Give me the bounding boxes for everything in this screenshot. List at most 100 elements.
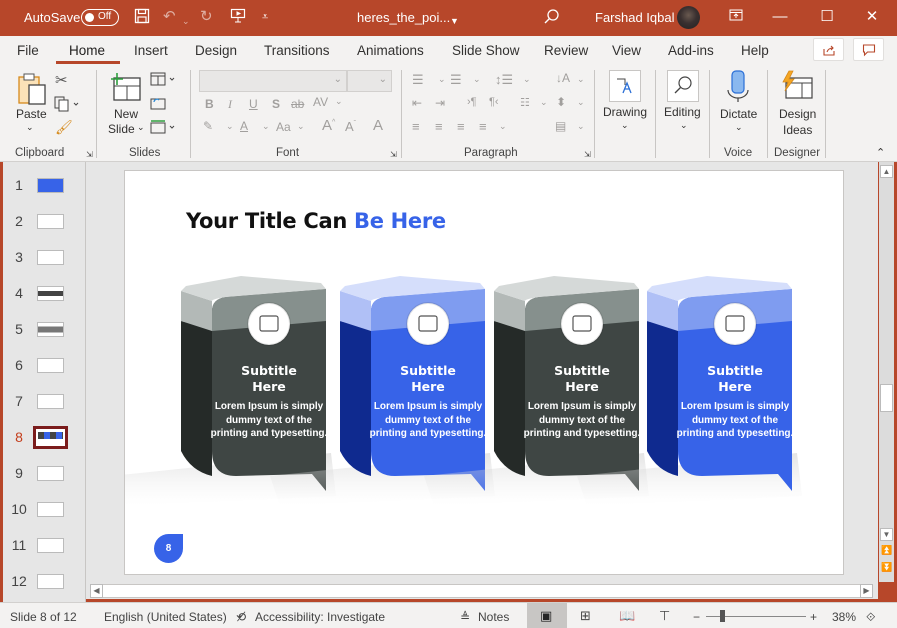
undo-icon[interactable]: ↶: [163, 8, 176, 26]
zoom-in-button[interactable]: +: [810, 610, 817, 624]
underline-button[interactable]: U: [249, 97, 258, 111]
font-color-icon[interactable]: A: [240, 119, 248, 133]
paragraph-launcher-icon[interactable]: ⇲: [584, 150, 591, 159]
rtl-icon[interactable]: ¶‹: [489, 96, 499, 108]
reading-view-icon[interactable]: 📖: [619, 608, 635, 624]
thumbnail-item[interactable]: 4: [3, 282, 86, 312]
share-button[interactable]: [813, 38, 844, 61]
slide-thumbnail[interactable]: [37, 322, 64, 337]
slide-thumbnail[interactable]: [37, 178, 64, 193]
reset-slide-icon[interactable]: [150, 96, 166, 113]
tab-review[interactable]: Review: [544, 43, 588, 58]
tab-view[interactable]: View: [612, 43, 641, 58]
card-text-block[interactable]: Subtitle Here Lorem Ipsum is simply dummy …: [522, 363, 642, 441]
format-painter-icon[interactable]: 🖌: [55, 119, 73, 136]
ribbon-display-icon[interactable]: [721, 6, 751, 28]
numbering-icon[interactable]: ☰: [450, 72, 462, 88]
thumbnail-item[interactable]: 2: [3, 210, 86, 240]
layout-icon[interactable]: [150, 72, 178, 89]
font-launcher-icon[interactable]: ⇲: [390, 150, 397, 159]
zoom-out-button[interactable]: −: [693, 610, 700, 624]
search-icon[interactable]: [543, 8, 560, 30]
comments-button[interactable]: [853, 38, 884, 61]
ltr-icon[interactable]: ›¶: [467, 96, 477, 108]
scroll-down-button[interactable]: ▼: [880, 528, 893, 541]
card-text-block[interactable]: Subtitle Here Lorem Ipsum is simply dummy …: [368, 363, 488, 441]
align-center-icon[interactable]: ≡: [435, 119, 443, 134]
scroll-thumb[interactable]: [880, 384, 893, 412]
zoom-level[interactable]: 38%: [832, 610, 856, 624]
tab-slide-show[interactable]: Slide Show: [452, 43, 520, 58]
decrease-indent-icon[interactable]: ⇤: [412, 96, 422, 110]
thumbnail-item[interactable]: 8: [3, 426, 86, 456]
change-case-button[interactable]: Aa: [276, 120, 291, 134]
columns-icon[interactable]: ☷: [520, 96, 530, 109]
card-text-block[interactable]: Subtitle Here Lorem Ipsum is simply dummy …: [209, 363, 329, 441]
section-icon[interactable]: [150, 120, 178, 137]
scroll-left-button[interactable]: ◀: [90, 584, 103, 598]
slide-thumbnail[interactable]: [37, 502, 64, 517]
redo-icon[interactable]: ↻: [200, 8, 213, 26]
slide-canvas[interactable]: Your Title Can Be Here Subtitle Here Lorem…: [124, 170, 844, 575]
slide-thumbnail[interactable]: [37, 286, 64, 301]
thumbnail-item[interactable]: 6: [3, 354, 86, 384]
italic-button[interactable]: I: [228, 97, 232, 112]
title-dropdown-icon[interactable]: ▼: [450, 12, 459, 30]
tab-home[interactable]: Home: [69, 43, 105, 58]
slide-thumbnail[interactable]: [37, 574, 64, 589]
thumbnail-item[interactable]: 3: [3, 246, 86, 276]
notes-icon[interactable]: ≜: [460, 610, 470, 624]
minimize-icon[interactable]: —: [765, 6, 795, 28]
collapse-ribbon-icon[interactable]: ⌃: [876, 146, 885, 159]
card-text-block[interactable]: Subtitle Here Lorem Ipsum is simply dummy …: [675, 363, 795, 441]
language-status[interactable]: English (United States): [104, 610, 227, 624]
slideshow-icon[interactable]: ⊤: [659, 608, 670, 624]
thumbnail-item[interactable]: 11: [3, 534, 86, 564]
align-left-icon[interactable]: ≡: [412, 119, 420, 134]
increase-indent-icon[interactable]: ⇥: [435, 96, 445, 110]
avatar[interactable]: [677, 6, 700, 29]
close-icon[interactable]: ✕: [857, 6, 887, 28]
tab-design[interactable]: Design: [195, 43, 237, 58]
thumbnail-item[interactable]: 1: [3, 174, 86, 204]
text-direction-icon[interactable]: ↓A: [556, 71, 570, 85]
highlight-icon[interactable]: ✎: [203, 119, 213, 133]
cut-icon[interactable]: ✂: [55, 71, 68, 89]
autosave-toggle[interactable]: Off: [81, 9, 119, 26]
bold-button[interactable]: B: [205, 97, 214, 111]
slide-thumbnail[interactable]: [37, 358, 64, 373]
thumbnail-item[interactable]: 5: [3, 318, 86, 348]
smartart-icon[interactable]: ▤: [555, 119, 566, 133]
notes-button[interactable]: Notes: [478, 610, 509, 624]
zoom-slider-thumb[interactable]: [720, 610, 725, 622]
fit-to-window-icon[interactable]: ⟐: [866, 610, 875, 625]
character-spacing-button[interactable]: AV: [313, 95, 328, 109]
accessibility-icon[interactable]: ⟲̸: [236, 610, 246, 624]
tab-help[interactable]: Help: [741, 43, 769, 58]
align-right-icon[interactable]: ≡: [457, 119, 465, 134]
line-spacing-icon[interactable]: ↕☰: [495, 72, 513, 88]
slide-thumbnail[interactable]: [37, 214, 64, 229]
grow-font-icon[interactable]: A^: [322, 117, 335, 134]
clear-formatting-icon[interactable]: A: [373, 117, 383, 134]
thumbnail-item[interactable]: 12: [3, 570, 86, 600]
scroll-up-button[interactable]: ▲: [880, 165, 893, 178]
text-shadow-button[interactable]: S: [272, 97, 280, 111]
tab-insert[interactable]: Insert: [134, 43, 168, 58]
clipboard-launcher-icon[interactable]: ⇲: [86, 150, 93, 159]
vertical-scrollbar[interactable]: ▲ ▼ ⏫ ⏬: [879, 162, 894, 582]
undo-dropdown-icon[interactable]: ⌄: [182, 12, 190, 30]
tab-file[interactable]: File: [17, 43, 39, 58]
thumbnail-item[interactable]: 10: [3, 498, 86, 528]
bullets-icon[interactable]: ☰: [412, 72, 424, 88]
thumbnail-item[interactable]: 7: [3, 390, 86, 420]
tab-add-ins[interactable]: Add-ins: [668, 43, 714, 58]
slide-thumbnail[interactable]: [37, 394, 64, 409]
customize-qat-icon[interactable]: ⩡: [262, 8, 268, 26]
maximize-icon[interactable]: ☐: [812, 6, 842, 28]
scroll-right-button[interactable]: ▶: [860, 584, 873, 598]
normal-view-button[interactable]: ▣: [527, 603, 567, 628]
save-icon[interactable]: [134, 8, 150, 29]
accessibility-status[interactable]: Accessibility: Investigate: [255, 610, 385, 624]
tab-transitions[interactable]: Transitions: [264, 43, 330, 58]
